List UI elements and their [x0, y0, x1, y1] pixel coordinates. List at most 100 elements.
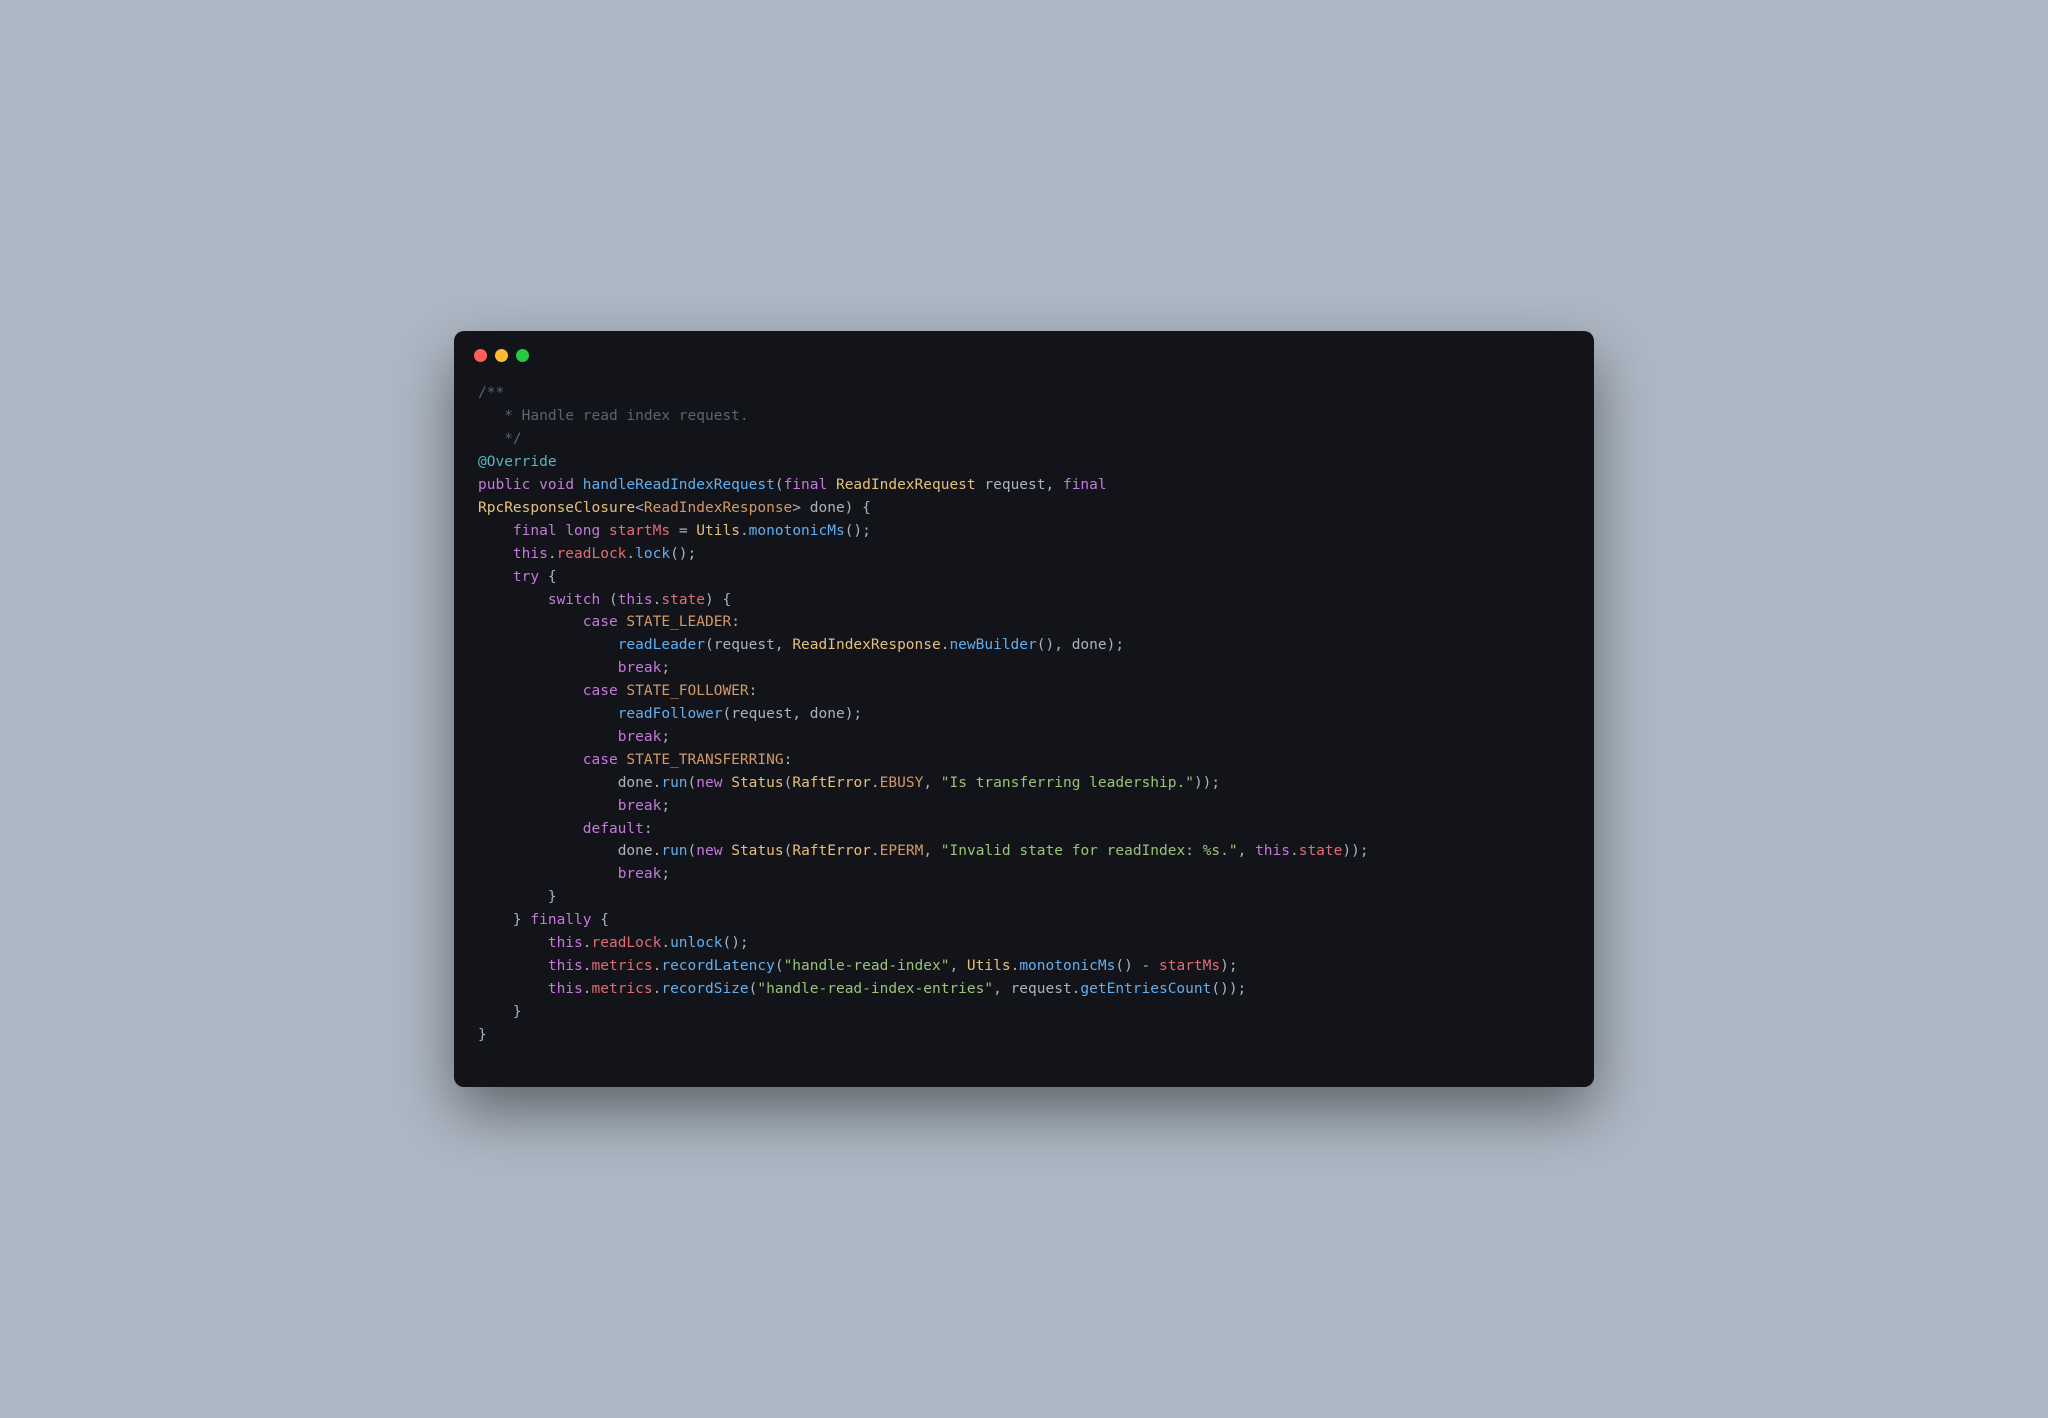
punct: . [1290, 843, 1299, 859]
punct: . [548, 546, 557, 562]
punct: ( [775, 958, 784, 974]
const: EPERM [880, 843, 924, 859]
code-window: /** * Handle read index request. */ @Ove… [454, 331, 1594, 1086]
punct: { [600, 912, 609, 928]
type: Status [731, 775, 783, 791]
punct: , [949, 958, 966, 974]
punct: . [661, 935, 670, 951]
method: run [661, 843, 687, 859]
field: state [661, 592, 705, 608]
const: STATE_LEADER [626, 614, 731, 630]
keyword: break [618, 729, 662, 745]
punct: . [871, 775, 880, 791]
comment-line: /** [478, 385, 504, 401]
annotation: @Override [478, 454, 557, 470]
punct: . [626, 546, 635, 562]
param: done [810, 500, 845, 516]
punct: . [583, 981, 592, 997]
punct: . [740, 523, 749, 539]
const: EBUSY [880, 775, 924, 791]
comment-line: * Handle read index request. [478, 408, 749, 424]
punct: ()); [1211, 981, 1246, 997]
method: lock [635, 546, 670, 562]
punct: } [513, 1004, 522, 1020]
keyword: case [583, 752, 618, 768]
string: "Is transferring leadership." [941, 775, 1194, 791]
punct: ( [688, 775, 697, 791]
keyword: public [478, 477, 530, 493]
punct: { [548, 569, 557, 585]
close-icon[interactable] [474, 349, 487, 362]
punct: , [923, 775, 940, 791]
method: monotonicMs [1019, 958, 1115, 974]
method: readLeader [618, 637, 705, 653]
type: ReadIndexRequest [836, 477, 976, 493]
punct: ); [1220, 958, 1237, 974]
const: STATE_TRANSFERRING [626, 752, 783, 768]
keyword: break [618, 866, 662, 882]
method: recordLatency [661, 958, 775, 974]
string: "handle-read-index-entries" [757, 981, 993, 997]
maximize-icon[interactable] [516, 349, 529, 362]
punct: . [1011, 958, 1020, 974]
keyword: this [513, 546, 548, 562]
keyword: this [618, 592, 653, 608]
type: RaftError [792, 843, 871, 859]
keyword: this [548, 958, 583, 974]
type: RpcResponseClosure [478, 500, 635, 516]
punct: )); [1194, 775, 1220, 791]
param: done [618, 775, 653, 791]
const: STATE_FOLLOWER [626, 683, 748, 699]
punct: } [478, 1027, 487, 1043]
method-name: handleReadIndexRequest [583, 477, 775, 493]
punct: ( [609, 592, 618, 608]
punct: (); [845, 523, 871, 539]
minimize-icon[interactable] [495, 349, 508, 362]
punct: . [871, 843, 880, 859]
punct: ( [722, 706, 731, 722]
keyword: void [539, 477, 574, 493]
comment-line: */ [478, 431, 522, 447]
type: Status [731, 843, 783, 859]
punct: : [784, 752, 793, 768]
keyword: this [1255, 843, 1290, 859]
keyword: switch [548, 592, 600, 608]
punct: (), [1037, 637, 1072, 653]
keyword: new [696, 775, 722, 791]
punct: (); [670, 546, 696, 562]
punct: ) { [845, 500, 871, 516]
punct: : [749, 683, 758, 699]
type: ReadIndexResponse [792, 637, 940, 653]
method: readFollower [618, 706, 723, 722]
keyword: long [565, 523, 600, 539]
method: getEntriesCount [1080, 981, 1211, 997]
param: request [984, 477, 1045, 493]
method: recordSize [661, 981, 748, 997]
var: startMs [1159, 958, 1220, 974]
method: unlock [670, 935, 722, 951]
keyword: final [513, 523, 557, 539]
keyword: finally [530, 912, 591, 928]
punct: ; [661, 660, 670, 676]
keyword: case [583, 614, 618, 630]
code-block: /** * Handle read index request. */ @Ove… [454, 372, 1594, 1086]
punct: ( [775, 477, 784, 493]
punct: . [583, 958, 592, 974]
var: startMs [609, 523, 670, 539]
punct: < [635, 500, 644, 516]
punct: > [792, 500, 801, 516]
type: Utils [967, 958, 1011, 974]
param: done [810, 706, 845, 722]
punct: . [583, 935, 592, 951]
string: "Invalid state for readIndex: %s." [941, 843, 1238, 859]
punct: ; [661, 798, 670, 814]
keyword: break [618, 660, 662, 676]
punct: = [679, 523, 696, 539]
punct: , [1046, 477, 1063, 493]
punct: : [644, 821, 653, 837]
keyword: this [548, 935, 583, 951]
punct: ; [661, 866, 670, 882]
punct: } [548, 889, 557, 905]
type: ReadIndexResponse [644, 500, 792, 516]
type: Utils [696, 523, 740, 539]
